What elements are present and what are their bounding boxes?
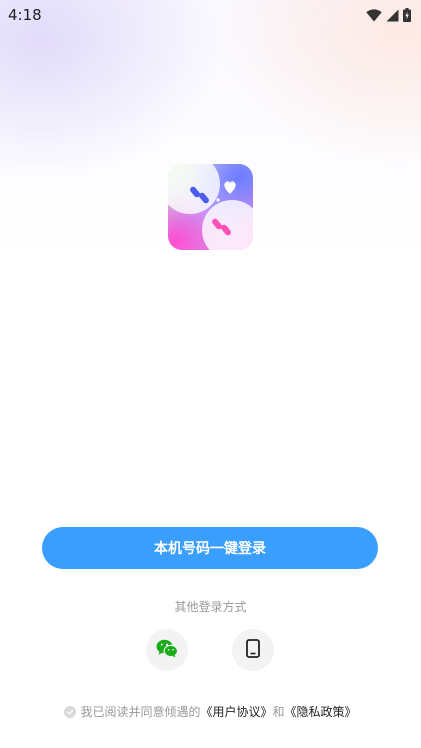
- signal-icon: [386, 9, 399, 22]
- agreement-checkbox[interactable]: [64, 705, 77, 718]
- agreement-row: 我已阅读并同意倾遇的 《用户协议》 和 《隐私政策》: [0, 703, 421, 720]
- battery-icon: [403, 8, 411, 22]
- user-agreement-link[interactable]: 《用户协议》: [200, 703, 272, 720]
- agreement-prefix: 我已阅读并同意倾遇的: [80, 705, 201, 719]
- phone-icon: [246, 638, 260, 662]
- app-logo-icon: [168, 164, 253, 250]
- status-time: 4:18: [8, 6, 42, 24]
- phone-login-button[interactable]: [232, 629, 274, 671]
- agreement-conjunction: 和: [272, 705, 285, 719]
- wechat-icon: [156, 639, 179, 662]
- wifi-icon: [366, 8, 382, 22]
- other-login-methods-label: 其他登录方式: [174, 600, 247, 614]
- wechat-login-button[interactable]: [146, 629, 188, 671]
- privacy-policy-link[interactable]: 《隐私政策》: [285, 703, 357, 720]
- one-click-login-button[interactable]: 本机号码一键登录: [42, 527, 378, 569]
- status-bar: 4:18: [0, 0, 421, 30]
- status-icons: [366, 8, 411, 22]
